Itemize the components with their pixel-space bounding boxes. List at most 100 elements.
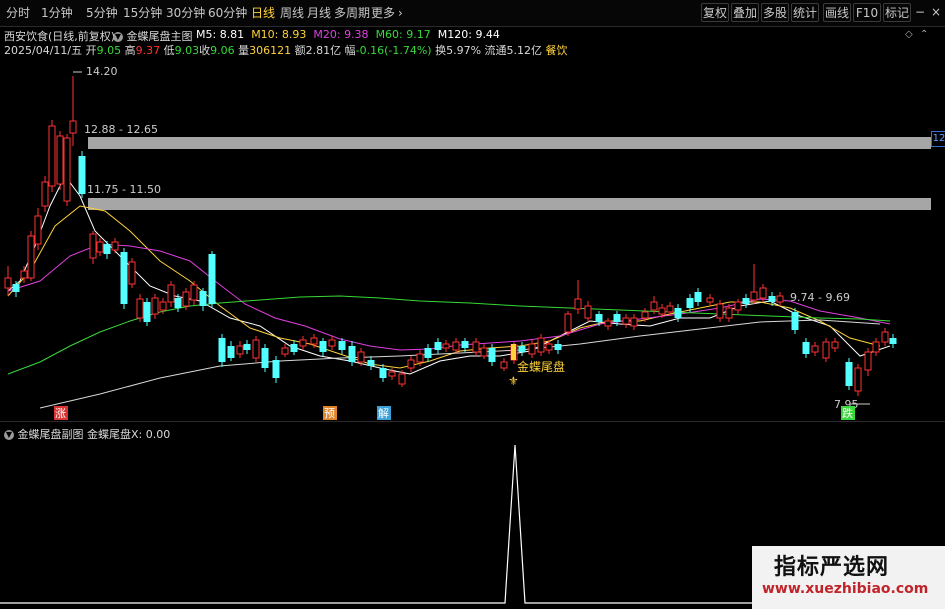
candle-body (272, 360, 280, 378)
draw-line-button[interactable]: 画线 (823, 3, 851, 22)
candle-body (791, 312, 799, 330)
candle-body (537, 337, 545, 353)
period-toolbar: 分时 1分钟 5分钟 15分钟 30分钟 60分钟 日线 周线 月线 多周期 更… (0, 0, 945, 27)
price-axis-tag: 12 (931, 131, 945, 147)
candle-body (776, 295, 784, 303)
candle-body (236, 345, 244, 355)
candle-body (69, 120, 77, 134)
candle-body (686, 298, 694, 308)
candle-body (20, 270, 28, 279)
candle-body (208, 254, 216, 304)
f10-button[interactable]: F10 (853, 3, 881, 22)
restore-rights-button[interactable]: 复权 (701, 3, 729, 22)
candle-body (650, 301, 658, 311)
candle-body (159, 301, 167, 311)
candle-body (872, 341, 880, 353)
signal-marker-label: 预 (324, 407, 335, 420)
candle-body (310, 337, 318, 345)
pane-divider[interactable] (0, 421, 945, 422)
candle-body (348, 346, 356, 362)
candle-body (811, 345, 819, 353)
period-30min[interactable]: 30分钟 (166, 4, 205, 21)
candle-body (424, 348, 432, 358)
candle-body (261, 348, 269, 368)
candle-body (595, 314, 603, 322)
multi-stock-button[interactable]: 多股 (761, 3, 789, 22)
ma5-value: M5: 8.81 (196, 28, 245, 41)
candle-body (658, 307, 666, 315)
dropdown-circle-icon[interactable]: ▼ (4, 430, 14, 440)
candle-body (488, 348, 496, 362)
candle-body (742, 298, 750, 304)
resistance-band (88, 198, 931, 210)
period-multi[interactable]: 多周期 (334, 4, 370, 21)
candle-body (706, 297, 714, 303)
candle-body (759, 287, 767, 299)
period-60min[interactable]: 60分钟 (208, 4, 247, 21)
kline-chart[interactable]: 14.20 12.88 - 12.65 11.75 - 11.50 9.74 - 9.… (0, 56, 945, 422)
candle-body (48, 125, 56, 187)
candle-body (218, 338, 226, 362)
candle-body (89, 233, 97, 259)
candle-body (768, 296, 776, 302)
signal-label: 金蝶尾盘 (517, 359, 565, 374)
candle-body (802, 342, 810, 354)
candle-body (319, 341, 327, 352)
period-daily[interactable]: 日线 (251, 4, 275, 21)
candle-body (694, 292, 702, 302)
minus-icon[interactable]: − (913, 3, 927, 22)
period-more[interactable]: 更多 › (371, 4, 403, 21)
ma-line (39, 319, 881, 409)
candle-body (545, 343, 553, 351)
chevron-right-icon: › (398, 6, 403, 20)
diamond-icon[interactable]: ◇ (905, 29, 913, 40)
period-monthly[interactable]: 月线 (307, 4, 331, 21)
candle-body (143, 302, 151, 322)
candle-body (182, 291, 190, 307)
candle-body (416, 353, 424, 363)
candle-body (407, 359, 415, 369)
candle-body (666, 305, 674, 313)
ma60-value: M60: 9.17 (375, 28, 431, 41)
overlay-button[interactable]: 叠加 (731, 3, 759, 22)
band-price-label: 9.74 - 9.69 (790, 291, 850, 304)
statistics-button[interactable]: 统计 (791, 3, 819, 22)
candle-body (500, 361, 508, 369)
mark-button[interactable]: 标记 (883, 3, 911, 22)
ma20-value: M20: 9.38 (313, 28, 369, 41)
candle-body (472, 341, 480, 353)
candle-body (480, 347, 488, 357)
candle-body (750, 291, 758, 301)
signal-marker-label: 跌 (842, 406, 853, 420)
candle-body (379, 368, 387, 378)
candle-body (554, 344, 562, 350)
candle-body (338, 341, 346, 350)
close-icon[interactable]: × (929, 3, 943, 22)
candle-body (120, 252, 128, 304)
candle-body (528, 343, 536, 355)
candle-body (613, 314, 621, 322)
candle-body (845, 362, 853, 386)
dropdown-circle-icon[interactable]: ▼ (113, 32, 123, 42)
candle-body (281, 347, 289, 355)
period-weekly[interactable]: 周线 (280, 4, 304, 21)
candle-body (831, 341, 839, 349)
period-5min[interactable]: 5分钟 (86, 4, 118, 21)
ma120-value: M120: 9.44 (437, 28, 500, 41)
candle-body (864, 351, 872, 371)
candle-body (34, 215, 42, 245)
period-15min[interactable]: 15分钟 (123, 4, 162, 21)
candle-body (41, 181, 49, 207)
period-fenshi[interactable]: 分时 (6, 4, 30, 21)
candle-body (881, 331, 889, 343)
candle-body (299, 339, 307, 347)
chevron-up-icon[interactable]: ⌃ (920, 29, 928, 40)
candle-body (854, 367, 862, 392)
period-1min[interactable]: 1分钟 (41, 4, 73, 21)
candle-body (12, 284, 20, 292)
resistance-band (88, 137, 931, 149)
candle-body (227, 346, 235, 358)
candle-body (357, 351, 365, 363)
candle-body (290, 344, 298, 352)
candle-body (442, 343, 450, 349)
